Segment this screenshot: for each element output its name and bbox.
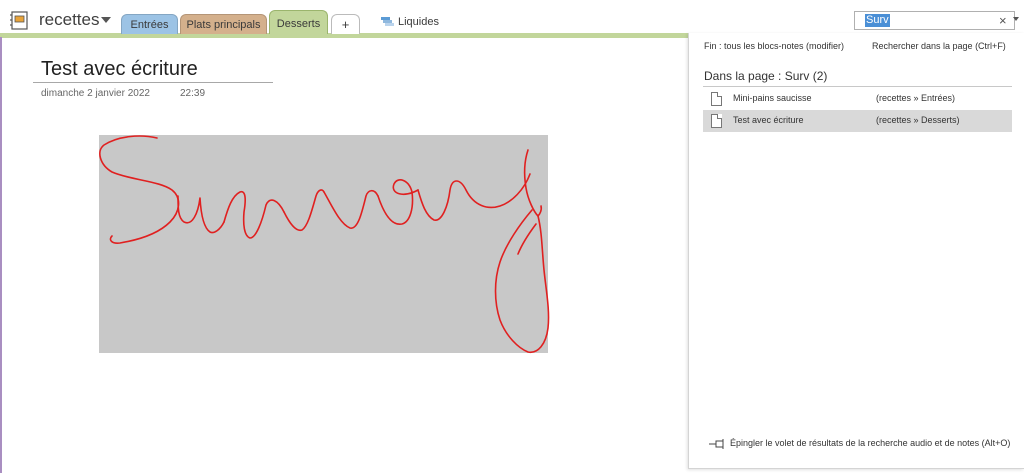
result-location: (recettes » Entrées) [876, 93, 956, 103]
result-location: (recettes » Desserts) [876, 115, 960, 125]
page-left-border [0, 37, 2, 473]
page-icon [711, 92, 722, 106]
search-scope-link[interactable]: Fin : tous les blocs-notes (modifier) [704, 41, 844, 51]
results-divider [703, 86, 1012, 87]
tab-desserts[interactable]: Desserts [269, 10, 328, 34]
pin-results-pane-link[interactable]: Épingler le volet de résultats de la rec… [730, 437, 1015, 449]
page-icon [711, 114, 722, 128]
clear-search-icon[interactable]: × [999, 13, 1007, 28]
search-result-row-selected[interactable]: Test avec écriture (recettes » Desserts) [703, 110, 1012, 132]
section-group-liquides[interactable]: Liquides [398, 16, 439, 28]
search-scope-dropdown-icon[interactable] [1013, 17, 1019, 21]
results-heading: Dans la page : Surv (2) [704, 69, 828, 83]
search-input[interactable]: Surv × [854, 11, 1015, 30]
notebook-dropdown-caret-icon[interactable] [101, 17, 111, 23]
search-query-text[interactable]: Surv [865, 14, 890, 27]
search-results-pane: Fin : tous les blocs-notes (modifier) Re… [688, 33, 1024, 469]
notebook-icon[interactable] [10, 11, 30, 30]
tab-plats-principals[interactable]: Plats principals [180, 14, 267, 34]
result-title: Test avec écriture [733, 115, 804, 125]
search-in-page-link[interactable]: Rechercher dans la page (Ctrl+F) [872, 41, 1006, 51]
section-group-icon[interactable] [381, 17, 395, 26]
page-time: 22:39 [180, 88, 206, 99]
add-section-button[interactable]: + [331, 14, 360, 34]
title-underline [33, 82, 273, 83]
ink-canvas[interactable] [99, 135, 548, 353]
tab-entrees[interactable]: Entrées [121, 14, 178, 34]
page-date: dimanche 2 janvier 2022 [41, 88, 150, 99]
notebook-name[interactable]: recettes [39, 10, 99, 30]
page-title[interactable]: Test avec écriture [41, 58, 198, 81]
result-title: Mini-pains saucisse [733, 93, 812, 103]
search-result-row[interactable]: Mini-pains saucisse (recettes » Entrées) [703, 88, 1012, 110]
pin-icon[interactable] [709, 439, 727, 449]
